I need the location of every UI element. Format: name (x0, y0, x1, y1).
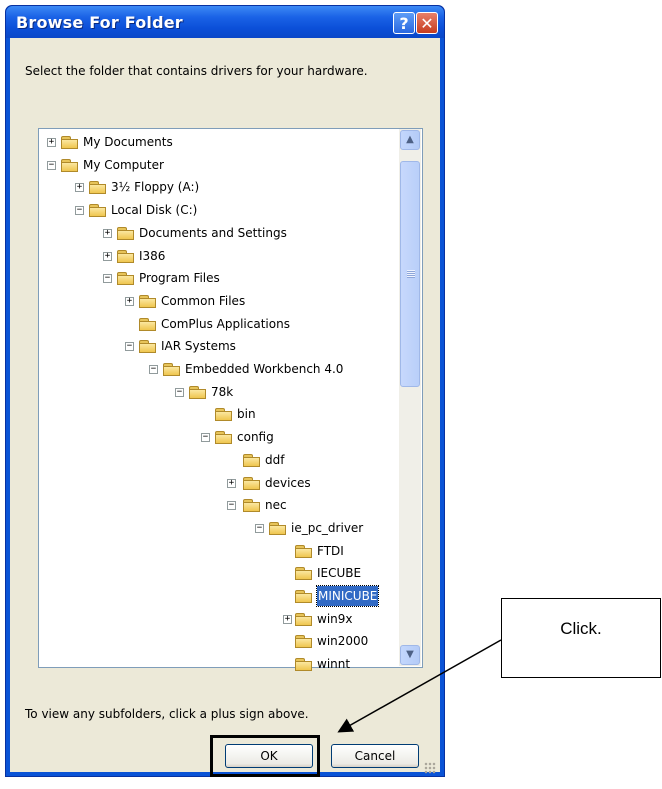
callout-arrow (337, 639, 502, 733)
